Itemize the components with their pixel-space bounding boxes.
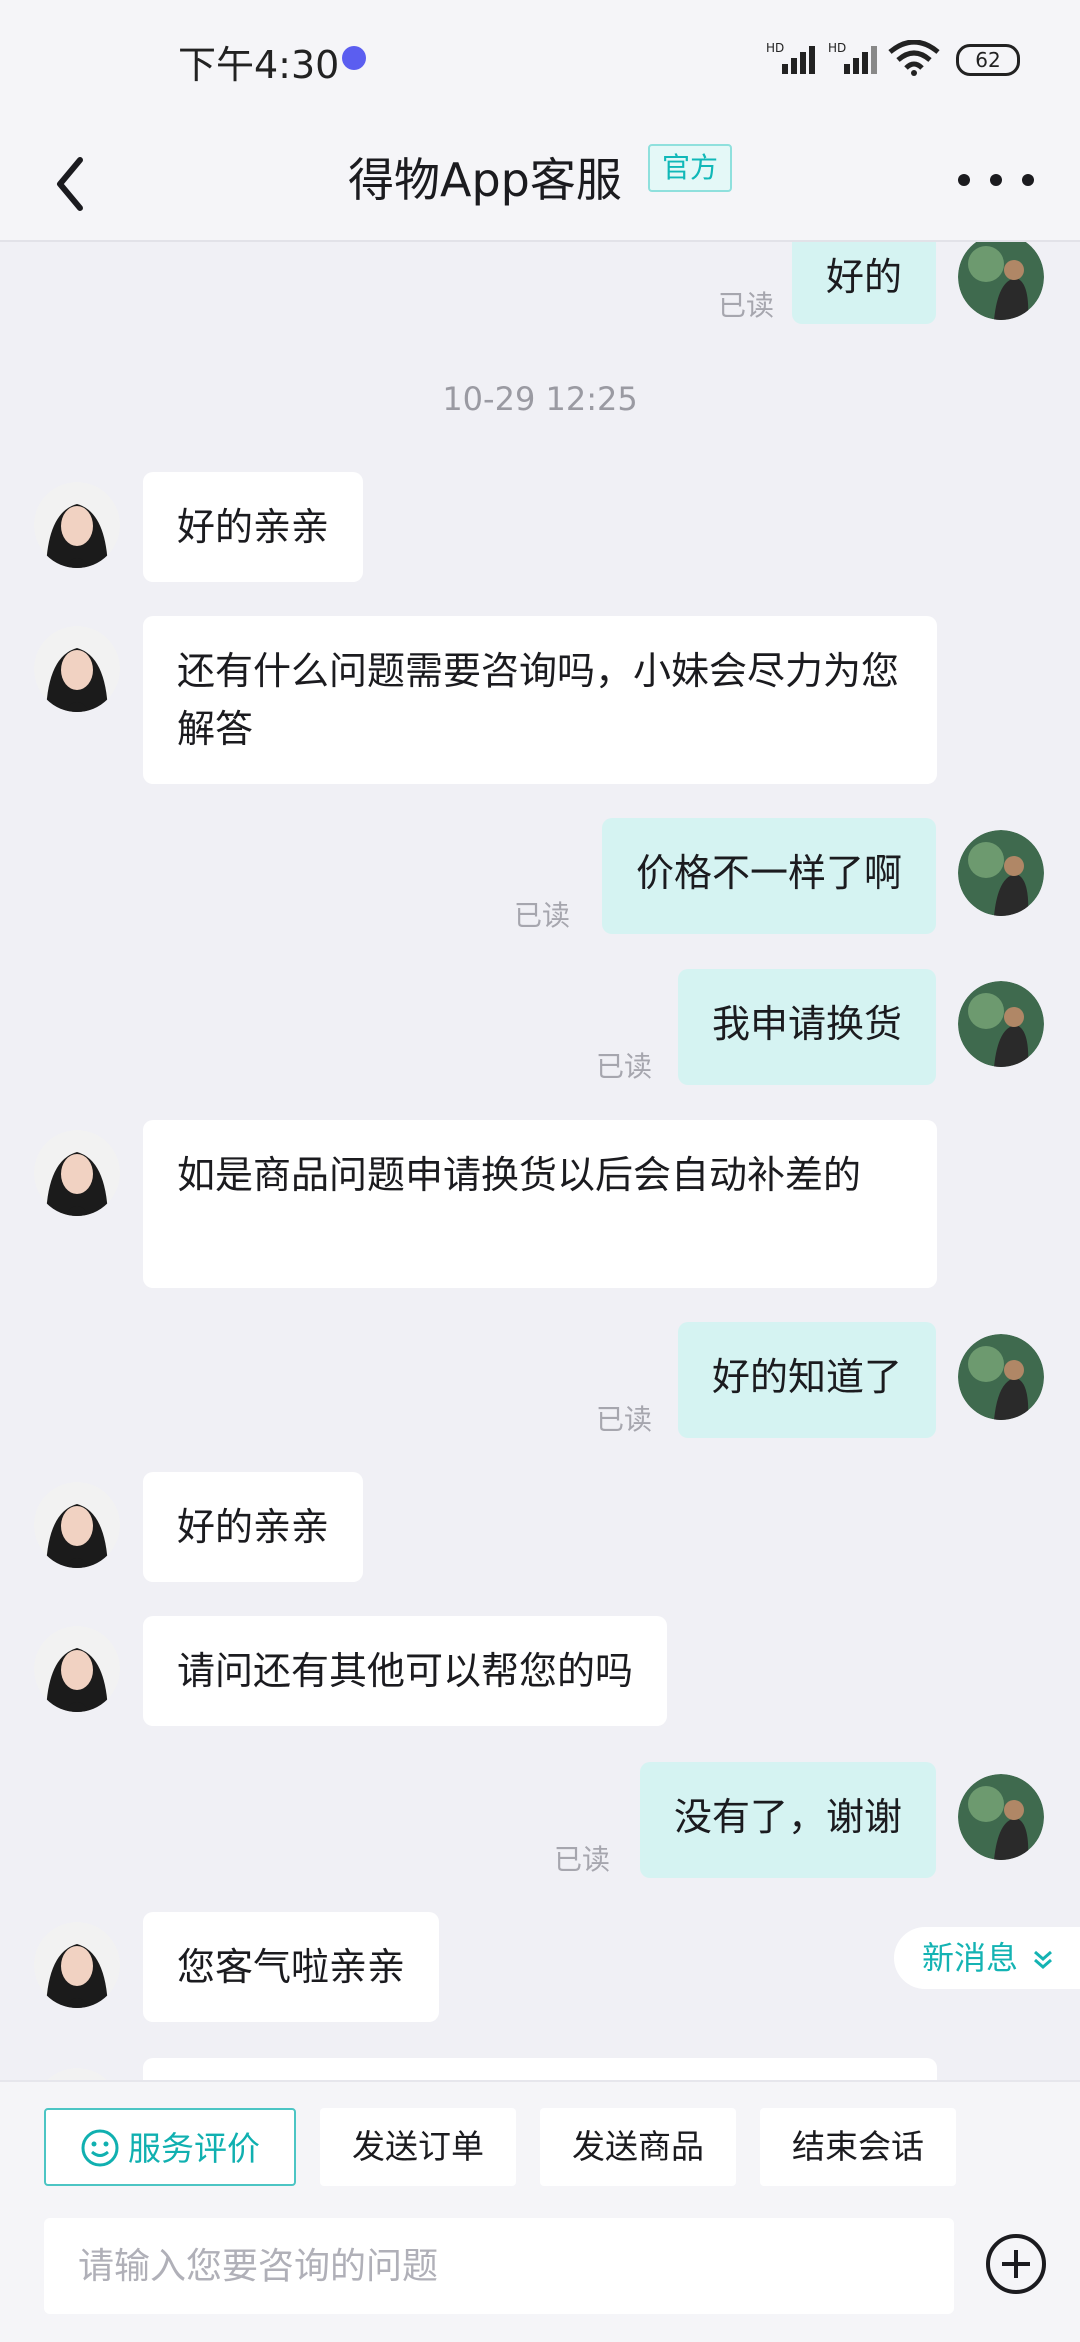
timestamp: 10-29 12:25 xyxy=(442,380,638,418)
notification-app-icon xyxy=(342,46,366,70)
read-status: 已读 xyxy=(554,1843,611,1876)
svg-text:HD: HD xyxy=(828,41,846,55)
smile-icon xyxy=(81,2129,119,2166)
send-product-button[interactable]: 发送商品 xyxy=(540,2108,736,2186)
signal-icon-2: HD xyxy=(828,41,877,74)
message-text: 如是商品问题申请换货以后会自动补差的 xyxy=(177,1153,862,1197)
chat-header: 得物App客服 官方 xyxy=(0,120,1080,242)
message-text: 好的亲亲 xyxy=(177,505,330,549)
chevron-down-icon xyxy=(1034,1950,1053,1969)
message-text: 请问还有其他可以帮您的吗 xyxy=(177,1649,634,1693)
more-icon[interactable] xyxy=(956,160,1036,200)
avatar-user[interactable] xyxy=(958,242,1044,320)
message-text: 我申请换货 xyxy=(711,1002,902,1046)
message-bubble-agent[interactable]: 好的亲亲 xyxy=(143,1472,364,1582)
avatar-agent[interactable] xyxy=(34,1922,120,2008)
status-bar: 下午4:30 HD HD 62 xyxy=(0,0,1080,120)
avatar-agent[interactable] xyxy=(34,1130,120,1216)
wifi-icon xyxy=(888,40,940,76)
read-status: 已读 xyxy=(596,1403,653,1436)
message-input-container xyxy=(44,2218,954,2314)
message-text: 好的知道了 xyxy=(711,1355,902,1399)
message-bubble-agent[interactable]: 请问还有其他可以帮您的吗 xyxy=(143,1616,668,1726)
status-time: 下午4:30 xyxy=(178,43,340,87)
message-text: 您客气啦亲亲 xyxy=(177,1945,406,1989)
message-bubble-agent[interactable]: 还有什么问题需要咨询吗，小妹会尽力为您解答 xyxy=(143,616,937,784)
plus-icon[interactable] xyxy=(984,2232,1048,2296)
message-bubble-user[interactable]: 好的 xyxy=(791,242,936,324)
back-icon[interactable] xyxy=(42,142,122,222)
avatar-user[interactable] xyxy=(958,1774,1044,1860)
message-bubble-user[interactable]: 价格不一样了啊 xyxy=(601,818,936,934)
message-bubble-agent[interactable] xyxy=(143,2058,937,2082)
message-text: 还有什么问题需要咨询吗，小妹会尽力为您解答 xyxy=(177,649,900,751)
chat-message-list[interactable]: 好的 已读 10-29 12:25 好的亲亲 还有什么问题需要咨询吗，小妹会尽力… xyxy=(0,242,1080,2082)
composer: 服务评价 发送订单 发送商品 结束会话 xyxy=(0,2080,1080,2342)
end-session-button[interactable]: 结束会话 xyxy=(760,2108,956,2186)
rate-service-button[interactable]: 服务评价 xyxy=(44,2108,296,2186)
page-title: 得物App客服 xyxy=(348,153,622,207)
avatar-agent[interactable] xyxy=(34,626,120,712)
new-message-button[interactable]: 新消息 xyxy=(894,1927,1080,1989)
official-badge: 官方 xyxy=(648,144,733,192)
avatar-user[interactable] xyxy=(958,981,1044,1067)
read-status: 已读 xyxy=(514,899,571,932)
read-status: 已读 xyxy=(718,289,775,322)
message-text: 价格不一样了啊 xyxy=(635,851,902,895)
message-text: 好的 xyxy=(825,255,902,299)
message-text: 没有了，谢谢 xyxy=(673,1795,902,1839)
message-bubble-agent[interactable]: 您客气啦亲亲 xyxy=(143,1912,440,2022)
new-message-label: 新消息 xyxy=(922,1939,1019,1977)
svg-text:HD: HD xyxy=(766,41,784,55)
message-bubble-user[interactable]: 好的知道了 xyxy=(677,1322,936,1438)
message-bubble-agent[interactable]: 如是商品问题申请换货以后会自动补差的 xyxy=(143,1120,937,1288)
avatar-agent[interactable] xyxy=(34,1626,120,1712)
avatar-user[interactable] xyxy=(958,830,1044,916)
message-text: 好的亲亲 xyxy=(177,1505,330,1549)
avatar-user[interactable] xyxy=(958,1334,1044,1420)
avatar-agent[interactable] xyxy=(34,1482,120,1568)
battery-icon: 62 xyxy=(956,44,1020,76)
send-order-button[interactable]: 发送订单 xyxy=(320,2108,516,2186)
rate-service-label: 服务评价 xyxy=(128,2129,260,2168)
avatar-agent[interactable] xyxy=(34,482,120,568)
read-status: 已读 xyxy=(596,1050,653,1083)
message-input[interactable] xyxy=(44,2218,954,2314)
message-bubble-user[interactable]: 我申请换货 xyxy=(677,969,936,1085)
message-bubble-user[interactable]: 没有了，谢谢 xyxy=(639,1762,936,1878)
signal-icon: HD xyxy=(766,41,815,74)
message-bubble-agent[interactable]: 好的亲亲 xyxy=(143,472,364,582)
